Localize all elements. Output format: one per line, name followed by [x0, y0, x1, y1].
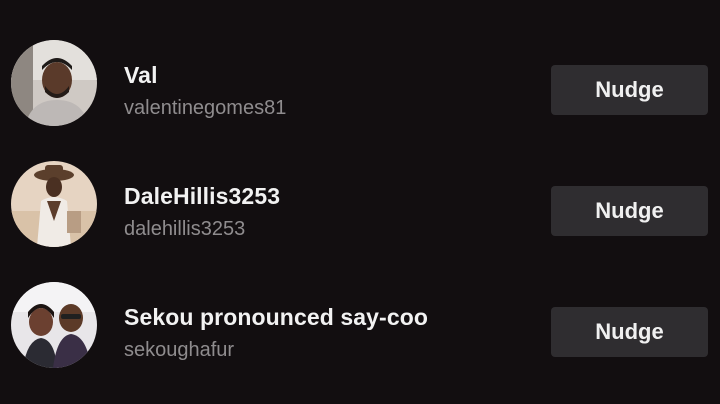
user-handle: valentinegomes81: [124, 97, 287, 119]
user-display-name: Val: [124, 62, 158, 88]
user-display-name: Sekou pronounced say-coo: [124, 304, 429, 330]
nudge-button[interactable]: Nudge: [551, 186, 708, 236]
user-handle: dalehillis3253: [124, 218, 246, 240]
user-row: Sekou pronounced say-coo sekoughafur Nud…: [0, 282, 720, 382]
user-list: Val valentinegomes81 Nudge DaleHillis325…: [0, 0, 720, 404]
user-handle: sekoughafur: [124, 339, 235, 361]
avatar[interactable]: [11, 40, 97, 126]
user-row: DaleHillis3253 dalehillis3253 Nudge: [0, 161, 720, 261]
avatar[interactable]: [11, 161, 97, 247]
nudge-button[interactable]: Nudge: [551, 65, 708, 115]
nudge-button[interactable]: Nudge: [551, 307, 708, 357]
avatar[interactable]: [11, 282, 97, 368]
user-display-name: DaleHillis3253: [124, 183, 281, 209]
user-row: Val valentinegomes81 Nudge: [0, 40, 720, 140]
